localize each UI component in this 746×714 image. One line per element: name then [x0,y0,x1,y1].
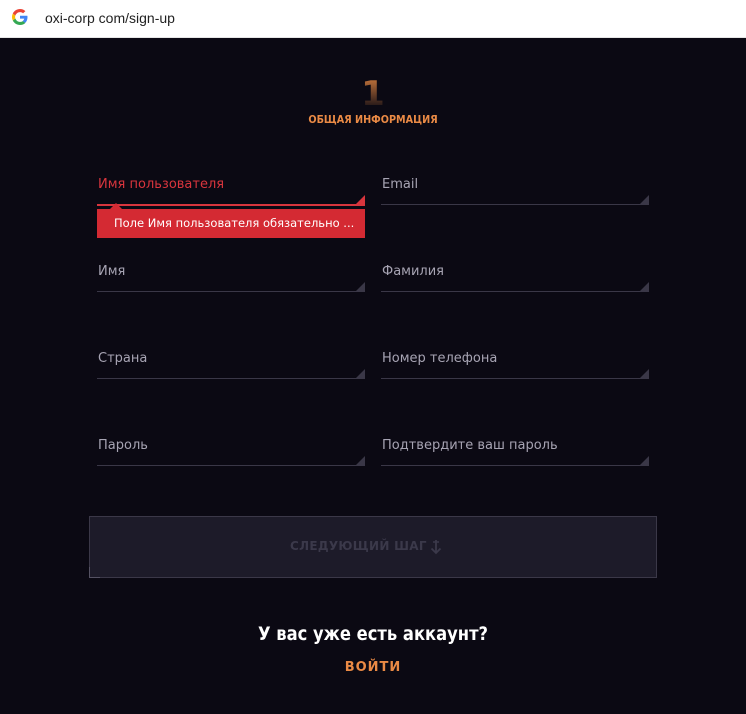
google-g-icon [12,9,28,25]
username-field[interactable]: Имя пользователя [97,174,365,206]
url-text[interactable]: oxi-corp com/sign-up [45,10,175,26]
last-name-label: Фамилия [382,264,444,279]
signup-page: 1 ОБЩАЯ ИНФОРМАЦИЯ Имя пользователя Emai… [0,38,746,714]
step-number: 1 [0,77,746,111]
username-error-tooltip: Поле Имя пользователя обязательно ... [97,203,365,238]
password-label: Пароль [98,438,148,453]
email-label: Email [382,177,419,192]
username-label: Имя пользователя [98,177,225,192]
have-account-text: У вас уже есть аккаунт? [257,623,489,645]
next-step-label: СЛЕДУЮЩИЙ ШАГ [290,539,427,553]
login-link[interactable]: ВОЙТИ [0,660,746,675]
confirm-password-label: Подтвердите ваш пароль [382,438,558,453]
country-field[interactable]: Страна [97,348,365,379]
next-step-button[interactable]: СЛЕДУЮЩИЙ ШАГ [89,516,657,578]
country-label: Страна [98,351,148,366]
step-title: ОБЩАЯ ИНФОРМАЦИЯ [308,114,438,126]
phone-label: Номер телефона [382,351,498,366]
last-name-field[interactable]: Фамилия [381,261,649,292]
username-error-text: Поле Имя пользователя обязательно ... [114,216,355,230]
first-name-field[interactable]: Имя [97,261,365,292]
phone-field[interactable]: Номер телефона [381,348,649,379]
confirm-password-field[interactable]: Подтвердите ваш пароль [381,435,649,466]
first-name-label: Имя [98,264,126,279]
browser-address-bar: oxi-corp com/sign-up [0,0,746,38]
anchor-arrow-icon [430,539,442,555]
email-field[interactable]: Email [381,174,649,205]
password-field[interactable]: Пароль [97,435,365,466]
